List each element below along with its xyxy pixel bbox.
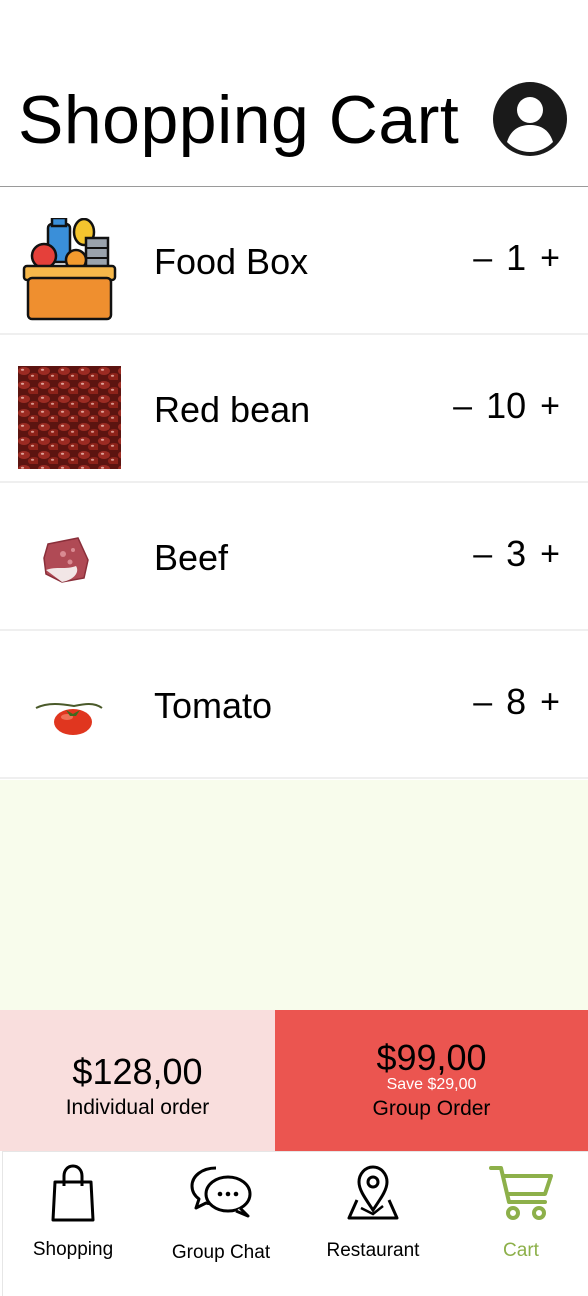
decrease-button[interactable]: –	[471, 533, 494, 575]
increase-button[interactable]: +	[538, 533, 562, 575]
quantity-stepper: – 8 +	[471, 681, 562, 723]
individual-price: $128,00	[72, 1051, 203, 1092]
shopping-bag-icon	[51, 1164, 95, 1222]
quantity-stepper: – 3 +	[471, 533, 562, 575]
group-order-button[interactable]: $99,00 Save $29,00 Group Order	[275, 1010, 588, 1151]
cart-item: Food Box – 1 +	[0, 187, 588, 335]
header: Shopping Cart	[0, 0, 588, 187]
increase-button[interactable]: +	[538, 385, 562, 427]
item-name: Food Box	[154, 241, 309, 282]
tomato-image	[18, 662, 121, 765]
quantity-value: 8	[506, 681, 527, 722]
quantity-value: 10	[486, 385, 527, 426]
quantity-value: 1	[506, 237, 527, 278]
tab-cart[interactable]: Cart	[451, 1152, 588, 1296]
cart-item: Beef – 3 +	[0, 483, 588, 631]
increase-button[interactable]: +	[538, 681, 562, 723]
quantity-stepper: – 10 +	[451, 385, 562, 427]
item-name: Beef	[154, 537, 229, 578]
cart-item: Tomato – 8 +	[0, 631, 588, 779]
map-pin-icon	[347, 1165, 399, 1220]
tab-shopping[interactable]: Shopping	[3, 1152, 143, 1296]
individual-order-button[interactable]: $128,00 Individual order	[0, 1010, 275, 1151]
page-title: Shopping Cart	[18, 82, 460, 158]
increase-button[interactable]: +	[538, 237, 562, 279]
decrease-button[interactable]: –	[471, 237, 494, 279]
group-price: $99,00	[376, 1037, 487, 1078]
decrease-button[interactable]: –	[471, 681, 494, 723]
decrease-button[interactable]: –	[451, 385, 474, 427]
tab-bar: Shopping Group Chat Restaurant Cart	[2, 1151, 588, 1296]
item-name: Red bean	[154, 389, 311, 430]
group-savings: Save $29,00	[386, 1076, 477, 1093]
item-name: Tomato	[154, 685, 273, 726]
red-bean-image	[18, 366, 121, 469]
tab-label: Cart	[503, 1240, 539, 1261]
cart-list: Food Box – 1 + Red bean – 10 + Beef – 3 …	[0, 187, 588, 779]
tab-label: Group Chat	[171, 1242, 271, 1263]
tab-group-chat[interactable]: Group Chat	[151, 1152, 291, 1296]
tab-label: Shopping	[32, 1239, 114, 1260]
quantity-stepper: – 1 +	[471, 237, 562, 279]
group-label: Group Order	[372, 1097, 491, 1120]
beef-image	[18, 514, 121, 617]
chat-bubbles-icon	[190, 1166, 252, 1218]
user-circle-icon[interactable]	[493, 82, 567, 156]
empty-area	[0, 780, 588, 1010]
cart-item: Red bean – 10 +	[0, 335, 588, 483]
food-box-icon	[18, 218, 121, 321]
quantity-value: 3	[506, 533, 527, 574]
cart-icon	[489, 1166, 553, 1220]
tab-label: Restaurant	[326, 1240, 420, 1261]
order-bar: $128,00 Individual order $99,00 Save $29…	[0, 1010, 588, 1151]
individual-label: Individual order	[65, 1096, 210, 1119]
tab-restaurant[interactable]: Restaurant	[301, 1152, 445, 1296]
